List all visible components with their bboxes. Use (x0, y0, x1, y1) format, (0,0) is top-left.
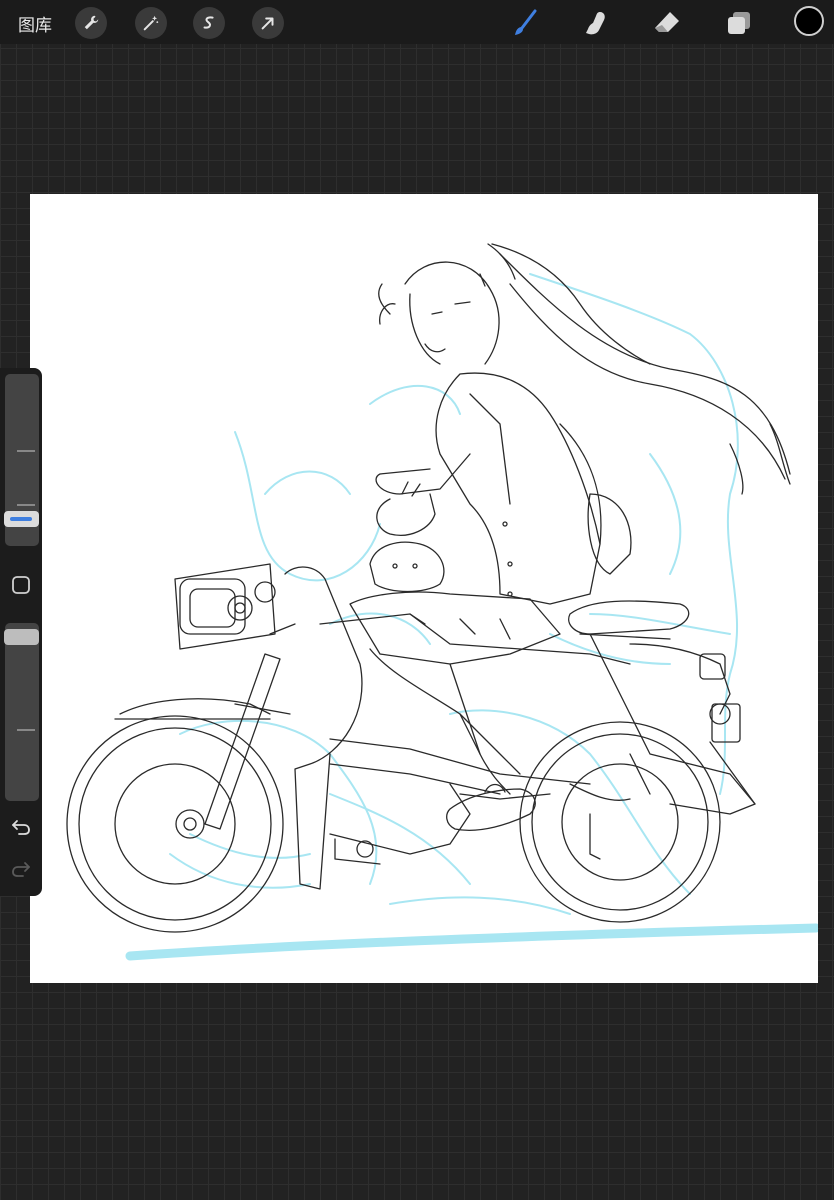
smudge-finger-icon (586, 12, 605, 35)
opacity-handle[interactable] (4, 629, 39, 645)
wrench-icon (84, 15, 99, 30)
arrow-cursor-icon (261, 17, 274, 30)
slider-tick (17, 729, 35, 731)
magic-wand-icon (143, 15, 159, 31)
layers-icon (728, 12, 750, 34)
color-swatch[interactable] (794, 6, 824, 36)
selection-s-icon (203, 16, 214, 29)
eraser-icon (655, 12, 679, 32)
top-toolbar: 图库 (0, 0, 834, 44)
brush-size-handle[interactable] (4, 511, 39, 527)
adjustments-button[interactable] (135, 7, 167, 39)
undo-icon (12, 820, 30, 835)
redo-icon (12, 862, 30, 877)
transform-button[interactable] (252, 7, 284, 39)
square-modifier-icon (12, 576, 30, 594)
brush-size-indicator (10, 517, 32, 521)
brush-tool[interactable] (508, 6, 542, 40)
gallery-button[interactable]: 图库 (18, 11, 52, 36)
actions-button[interactable] (75, 7, 107, 39)
brush-icon (515, 9, 537, 35)
redo-button[interactable] (8, 856, 34, 882)
drawing-canvas[interactable] (30, 194, 818, 983)
opacity-slider[interactable] (5, 623, 39, 801)
selection-button[interactable] (193, 7, 225, 39)
eraser-tool[interactable] (650, 6, 684, 40)
undo-button[interactable] (8, 814, 34, 840)
layers-tool[interactable] (722, 6, 756, 40)
line-art-drawing (66, 243, 818, 961)
brush-sidebar (0, 368, 42, 896)
slider-tick (17, 504, 35, 506)
slider-tick (17, 450, 35, 452)
smudge-tool[interactable] (578, 6, 612, 40)
eyedropper-button[interactable] (8, 572, 34, 598)
